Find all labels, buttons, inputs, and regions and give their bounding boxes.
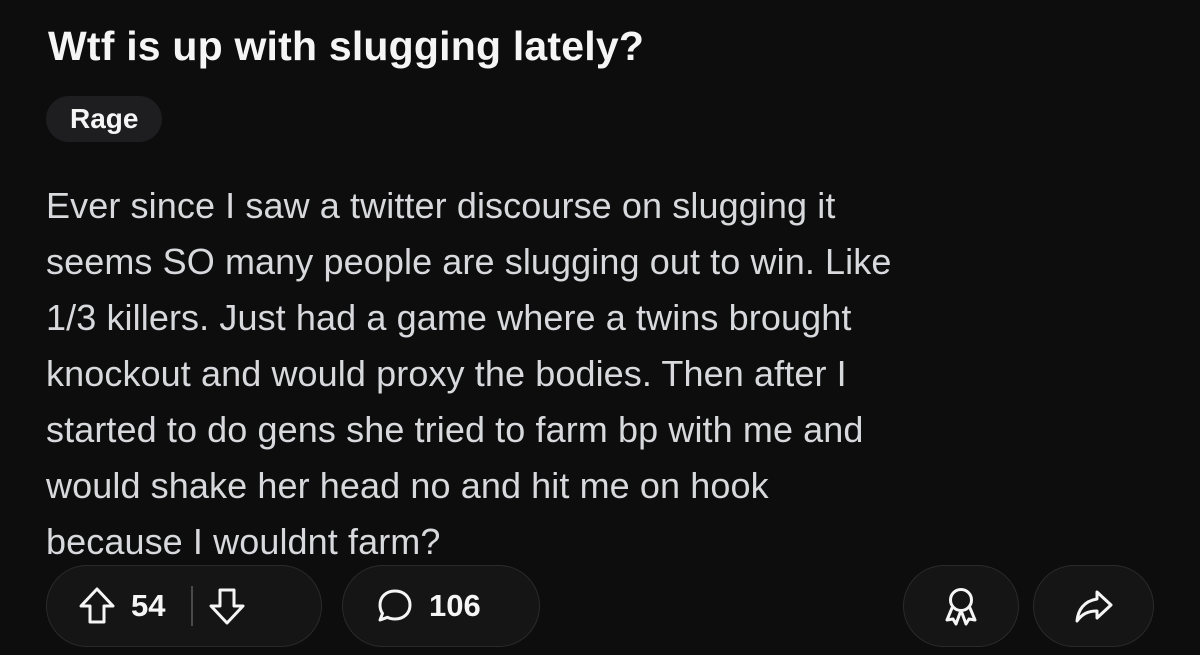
comments-button[interactable]: 106 — [342, 565, 540, 647]
downvote-button[interactable] — [207, 585, 247, 627]
flair-badge[interactable]: Rage — [46, 96, 163, 142]
post-body-line: 1/3 killers. Just had a game where a twi… — [46, 297, 852, 338]
share-arrow-icon — [1075, 590, 1112, 623]
post-body-line: started to do gens she tried to farm bp … — [46, 409, 864, 450]
award-ribbon-icon — [945, 588, 977, 626]
post-card: Wtf is up with slugging lately? Rage Eve… — [0, 0, 1200, 655]
post-body-line: Ever since I saw a twitter discourse on … — [46, 185, 836, 226]
post-body: Ever since I saw a twitter discourse on … — [46, 178, 1176, 570]
vote-bar: 54 — [46, 565, 322, 647]
upvote-button[interactable] — [77, 585, 117, 627]
post-body-line: would shake her head no and hit me on ho… — [46, 465, 769, 506]
share-button[interactable] — [1033, 565, 1154, 647]
arrow-down-icon — [209, 588, 245, 625]
post-body-line: knockout and would proxy the bodies. The… — [46, 353, 847, 394]
speech-bubble-icon — [378, 589, 412, 622]
arrow-up-icon — [79, 587, 115, 624]
vote-count: 54 — [131, 588, 166, 623]
comment-count: 106 — [429, 588, 481, 623]
comment-icon-wrap — [375, 586, 415, 626]
post-title[interactable]: Wtf is up with slugging lately? — [48, 20, 644, 72]
post-body-line: seems SO many people are slugging out to… — [46, 241, 892, 282]
post-body-line: because I wouldnt farm? — [46, 521, 441, 562]
vote-divider — [191, 586, 194, 626]
award-button[interactable] — [903, 565, 1019, 647]
